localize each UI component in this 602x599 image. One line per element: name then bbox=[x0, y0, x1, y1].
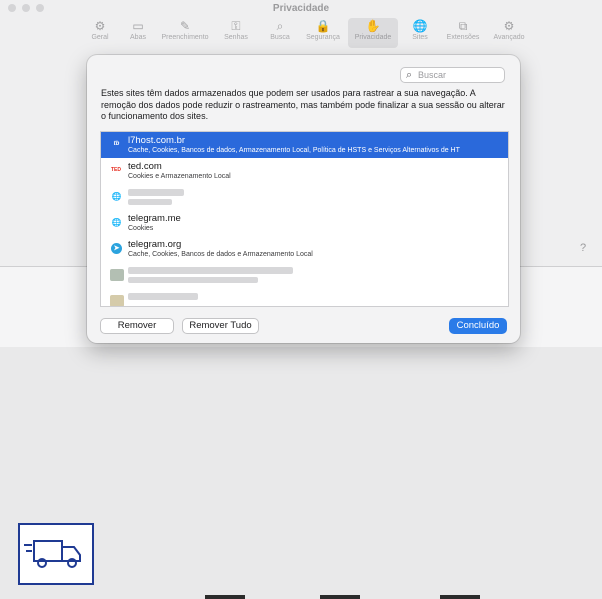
tab-label: Extensões bbox=[446, 34, 480, 41]
tab-abas[interactable]: ▭ Abas bbox=[118, 18, 158, 41]
window-title: Privacidade bbox=[272, 3, 330, 14]
tab-label: Geral bbox=[91, 34, 109, 41]
gear-icon: ⚙ bbox=[94, 19, 106, 33]
site-detail: Cache, Cookies, Bancos de dados e Armaze… bbox=[128, 251, 313, 258]
tab-sites[interactable]: 🌐 Sites bbox=[400, 18, 440, 41]
tab-label: Busca bbox=[270, 34, 290, 41]
site-detail: Cookies e Armazenamento Local bbox=[128, 173, 231, 180]
titlebar: Privacidade bbox=[0, 0, 602, 16]
blurred-site-name bbox=[128, 267, 293, 274]
blurred-site-name bbox=[128, 293, 198, 300]
list-item[interactable] bbox=[101, 262, 508, 288]
globe-icon: 🌐 bbox=[111, 192, 122, 201]
tab-extensoes[interactable]: ⧉ Extensões bbox=[440, 18, 486, 41]
done-button[interactable]: Concluído bbox=[449, 318, 507, 334]
search-input[interactable] bbox=[418, 69, 502, 81]
list-item[interactable]: 🌐 bbox=[101, 184, 508, 210]
tab-privacidade[interactable]: ✋ Privacidade bbox=[348, 18, 398, 48]
telegram-favicon: ➤ bbox=[111, 243, 122, 254]
help-icon[interactable]: ? bbox=[580, 242, 586, 254]
key-icon: ⚿ bbox=[231, 19, 241, 33]
tab-seguranca[interactable]: 🔒 Segurança bbox=[300, 18, 346, 41]
tab-label: Privacidade bbox=[354, 34, 392, 41]
tab-label: Sites bbox=[412, 34, 428, 41]
autofill-icon: ✎ bbox=[179, 19, 191, 33]
dialog-description: Estes sites têm dados armazenados que po… bbox=[101, 88, 505, 121]
site-detail: Cookies bbox=[128, 225, 154, 232]
globe-icon: 🌐 bbox=[111, 218, 122, 227]
tab-label: Avançado bbox=[493, 34, 525, 41]
site-name: telegram.me bbox=[128, 213, 181, 224]
tab-senhas[interactable]: ⚿ Senhas bbox=[216, 18, 256, 41]
truck-icon bbox=[18, 523, 94, 585]
site-detail: Cache, Cookies, Bancos de dados, Armazen… bbox=[128, 147, 460, 154]
tab-avancado[interactable]: ⚙ Avançado bbox=[486, 18, 532, 41]
tab-busca[interactable]: ⌕ Busca bbox=[260, 18, 300, 41]
hand-icon: ✋ bbox=[365, 19, 381, 33]
list-item[interactable]: 🌐 telegram.me Cookies bbox=[101, 210, 508, 236]
advanced-gear-icon: ⚙ bbox=[503, 19, 515, 33]
site-name: l7host.com.br bbox=[128, 135, 186, 146]
tabs-icon: ▭ bbox=[132, 19, 144, 33]
site-name: ted.com bbox=[128, 161, 162, 172]
site-name: telegram.org bbox=[128, 239, 182, 250]
extensions-icon: ⧉ bbox=[458, 19, 468, 33]
blurred-favicon bbox=[110, 269, 124, 281]
sites-list[interactable]: tb l7host.com.br Cache, Cookies, Bancos … bbox=[100, 131, 509, 307]
list-item[interactable]: tb l7host.com.br Cache, Cookies, Bancos … bbox=[101, 132, 508, 158]
blurred-site-detail bbox=[128, 199, 172, 205]
tab-label: Preenchimento bbox=[161, 34, 209, 41]
tab-label: Abas bbox=[130, 34, 146, 41]
tab-label: Senhas bbox=[224, 34, 248, 41]
remove-all-button[interactable]: Remover Tudo bbox=[182, 318, 259, 334]
list-item[interactable]: ➤ telegram.org Cache, Cookies, Bancos de… bbox=[101, 236, 508, 262]
blurred-site-name bbox=[128, 189, 184, 196]
blurred-favicon bbox=[110, 295, 124, 306]
search-field[interactable]: ⌕ bbox=[400, 67, 505, 83]
l7host-favicon: tb bbox=[113, 141, 120, 147]
tab-label: Segurança bbox=[306, 34, 340, 41]
lock-icon: 🔒 bbox=[315, 19, 331, 33]
search-icon: ⌕ bbox=[276, 19, 284, 33]
magnifier-icon: ⌕ bbox=[406, 69, 413, 81]
tab-geral[interactable]: ⚙ Geral bbox=[80, 18, 120, 41]
list-item[interactable] bbox=[101, 288, 508, 306]
ted-favicon: TED bbox=[111, 167, 121, 173]
website-data-dialog: ⌕ Estes sites têm dados armazenados que … bbox=[87, 55, 520, 343]
blurred-site-detail bbox=[128, 277, 258, 283]
globe-icon: 🌐 bbox=[412, 19, 428, 33]
remove-button[interactable]: Remover bbox=[100, 318, 174, 334]
tab-preenchimento[interactable]: ✎ Preenchimento bbox=[156, 18, 214, 41]
list-item[interactable]: TED ted.com Cookies e Armazenamento Loca… bbox=[101, 158, 508, 184]
